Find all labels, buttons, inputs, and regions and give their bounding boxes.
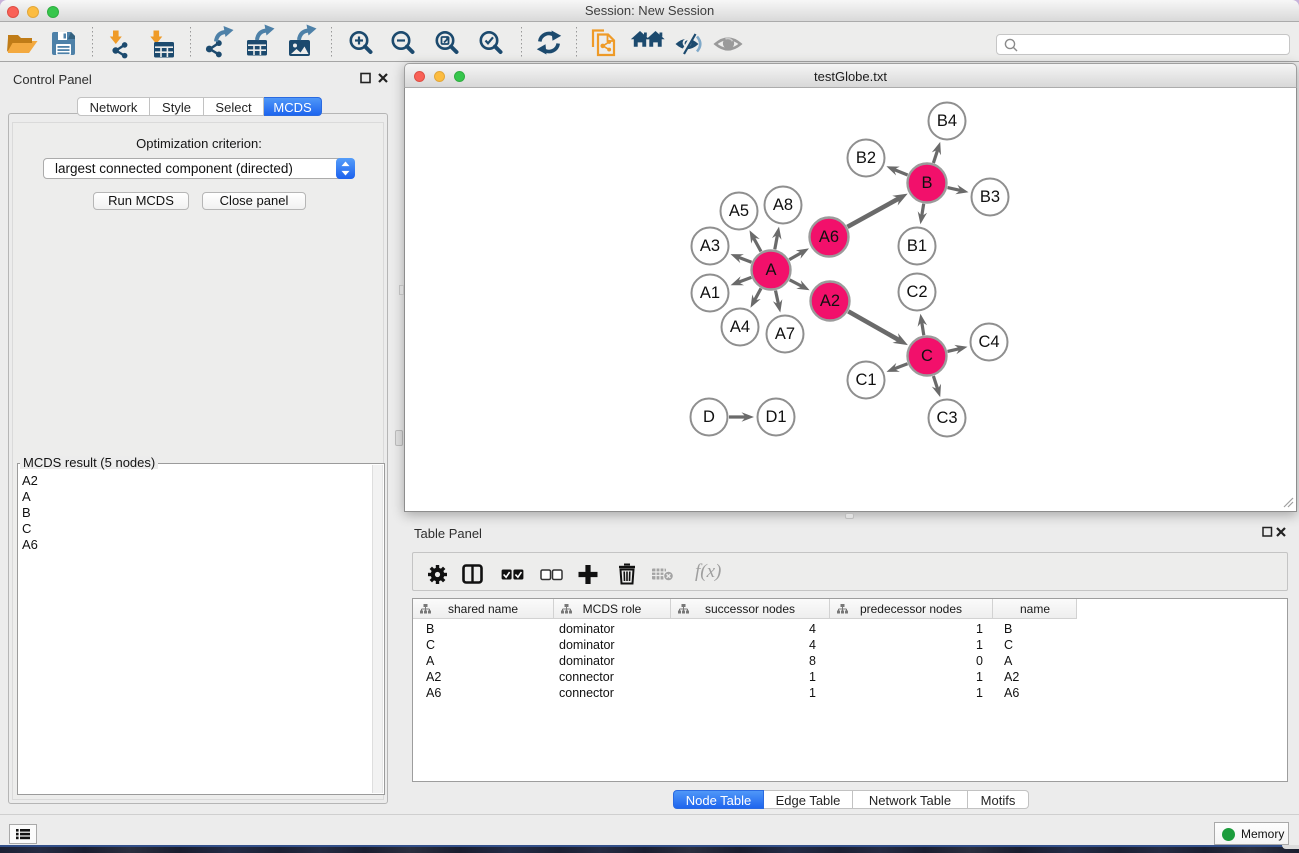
svg-text:C4: C4 — [978, 333, 999, 351]
svg-text:B4: B4 — [937, 112, 957, 130]
svg-text:A: A — [765, 261, 776, 279]
svg-text:B2: B2 — [856, 149, 876, 167]
svg-text:A5: A5 — [729, 202, 749, 220]
svg-text:C3: C3 — [936, 409, 957, 427]
svg-text:D: D — [703, 408, 715, 426]
svg-text:A1: A1 — [700, 284, 720, 302]
svg-text:A8: A8 — [773, 196, 793, 214]
svg-text:A6: A6 — [819, 228, 839, 246]
svg-text:B1: B1 — [907, 237, 927, 255]
svg-text:C2: C2 — [906, 283, 927, 301]
svg-text:A4: A4 — [730, 318, 750, 336]
svg-text:C: C — [921, 347, 933, 365]
svg-text:A2: A2 — [820, 292, 840, 310]
svg-text:A7: A7 — [775, 325, 795, 343]
svg-text:B3: B3 — [980, 188, 1000, 206]
svg-text:D1: D1 — [765, 408, 786, 426]
svg-text:A3: A3 — [700, 237, 720, 255]
svg-text:C1: C1 — [855, 371, 876, 389]
svg-text:B: B — [921, 174, 932, 192]
